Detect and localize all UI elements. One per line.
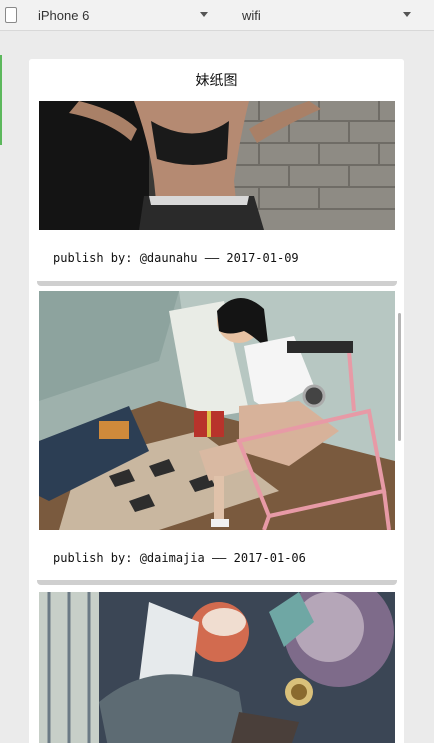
device-toggle-icon[interactable] xyxy=(5,7,17,23)
chevron-down-icon xyxy=(403,12,411,17)
panel-accent-bar xyxy=(0,55,2,145)
device-select[interactable]: iPhone 6 xyxy=(22,0,218,30)
post-card[interactable] xyxy=(39,592,395,743)
phone-viewport: 妹纸图 publish by: @daunahu —— 2017-01-09 p… xyxy=(29,59,404,743)
photo-workout-woman xyxy=(39,101,395,230)
chevron-down-icon xyxy=(200,12,208,17)
post-photo[interactable] xyxy=(39,291,395,530)
card-divider xyxy=(37,281,397,286)
photo-anime-illustration xyxy=(39,592,395,743)
page-title: 妹纸图 xyxy=(29,59,404,101)
post-card[interactable]: publish by: @daimajia —— 2017-01-06 xyxy=(37,291,397,589)
card-divider xyxy=(37,580,397,585)
post-caption: publish by: @daimajia —— 2017-01-06 xyxy=(53,551,306,565)
network-select-label: wifi xyxy=(242,7,261,23)
post-card[interactable]: publish by: @daunahu —— 2017-01-09 xyxy=(37,101,397,287)
network-throttle-select[interactable]: wifi xyxy=(222,0,417,30)
post-caption: publish by: @daunahu —— 2017-01-09 xyxy=(53,251,299,265)
device-select-label: iPhone 6 xyxy=(38,7,90,23)
post-photo[interactable] xyxy=(39,101,395,230)
photo-girl-shopping-cart xyxy=(39,291,395,530)
post-photo[interactable] xyxy=(39,592,395,743)
devtools-toolbar: iPhone 6 wifi xyxy=(0,0,434,31)
feed-scrollbar[interactable] xyxy=(398,313,401,441)
